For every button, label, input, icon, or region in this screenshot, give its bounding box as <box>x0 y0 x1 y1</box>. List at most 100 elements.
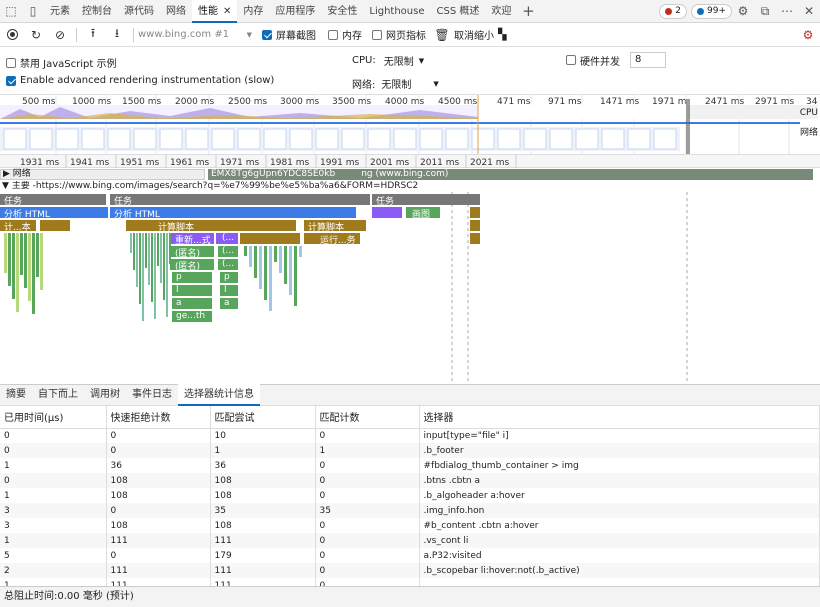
upload-icon[interactable]: ⭱ <box>81 23 105 47</box>
flame-bar[interactable] <box>12 233 15 299</box>
unminify-button[interactable]: 取消缩小 ▚ <box>454 27 506 42</box>
reload-icon[interactable]: ↻ <box>24 23 48 47</box>
flame-bar[interactable] <box>372 207 402 218</box>
flame-bar[interactable] <box>28 233 31 301</box>
close-icon[interactable]: ✕ <box>798 0 820 23</box>
close-tab-icon[interactable]: ✕ <box>223 6 231 17</box>
column-header[interactable]: 快速拒绝计数 <box>106 406 211 429</box>
flame-bar[interactable] <box>274 246 277 262</box>
screenshot-thumb[interactable] <box>367 128 391 150</box>
screenshot-thumb[interactable] <box>341 128 365 150</box>
main-thread-header[interactable]: ▼ 主要 -https://www.bing.com/images/search… <box>0 181 812 192</box>
screenshot-thumb[interactable] <box>81 128 105 150</box>
screenshot-thumb[interactable] <box>211 128 235 150</box>
tab-4[interactable]: 性能 ✕ <box>192 0 238 23</box>
screenshot-thumb[interactable] <box>107 128 131 150</box>
trash-icon[interactable]: 🗑 <box>430 23 454 47</box>
tab-9[interactable]: CSS 概述 <box>431 0 486 23</box>
task-label[interactable]: 任务 <box>114 194 132 207</box>
tab-1[interactable]: 控制台 <box>76 0 118 23</box>
task-label[interactable]: 任务 <box>4 194 22 207</box>
flame-bar[interactable] <box>139 233 141 304</box>
network-request-bar[interactable]: EMX8Tg6gUpn6YDC8SE0kb ng (www.bing.com) <box>208 169 813 180</box>
screenshot-thumb[interactable] <box>419 128 443 150</box>
gear-icon[interactable]: ⚙ <box>732 0 754 23</box>
errors-badge[interactable]: 2 <box>659 3 687 19</box>
flame-bar[interactable] <box>249 246 252 267</box>
screenshot-thumb[interactable] <box>55 128 79 150</box>
capture-settings-icon[interactable]: ⚙ <box>796 23 820 47</box>
table-row[interactable]: 1 111 111 0 .vs_cont li <box>0 533 820 548</box>
flame-chart[interactable]: ▶ 网络 EMX8Tg6gUpn6YDC8SE0kb ng (www.bing.c… <box>0 168 820 382</box>
download-icon[interactable]: ⭳ <box>105 23 129 47</box>
tab-7[interactable]: 安全性 <box>321 0 363 23</box>
screenshot-thumb[interactable] <box>471 128 495 150</box>
column-header[interactable]: 选择器 <box>419 406 820 429</box>
flame-bar[interactable] <box>130 233 132 253</box>
flame-bar[interactable] <box>157 233 159 266</box>
flame-bar[interactable] <box>110 194 370 205</box>
flame-bar[interactable] <box>470 220 480 231</box>
function-label[interactable]: ge...th <box>176 311 205 321</box>
flame-bar[interactable] <box>169 233 171 264</box>
network-throttle-select[interactable]: 无限制 ▼ <box>381 76 438 92</box>
details-tab-2[interactable]: 调用树 <box>84 384 126 406</box>
web-vitals-checkbox[interactable]: 网页指标 <box>372 27 426 42</box>
table-row[interactable]: 1 108 108 0 .b_algoheader a:hover <box>0 488 820 503</box>
flame-bar[interactable] <box>220 285 238 296</box>
add-tab-icon[interactable]: + <box>517 0 539 23</box>
messages-badge[interactable]: 99+ <box>691 3 732 19</box>
flame-bar[interactable] <box>142 233 144 321</box>
tab-3[interactable]: 网络 <box>160 0 192 23</box>
clear-icon[interactable]: ⊘ <box>48 23 72 47</box>
compute-label[interactable]: 计...本 <box>4 220 31 233</box>
flame-bar[interactable] <box>289 246 292 295</box>
hardware-concurrency-input[interactable]: 8 <box>630 52 666 68</box>
tab-10[interactable]: 欢迎 <box>485 0 517 23</box>
flame-bar[interactable] <box>151 233 153 302</box>
flame-bar[interactable] <box>264 246 267 300</box>
flame-bar[interactable] <box>4 233 7 273</box>
call-label[interactable]: (... <box>222 259 234 269</box>
flame-bar[interactable] <box>269 246 272 311</box>
function-label[interactable]: l <box>224 285 227 295</box>
share-icon[interactable]: ⧉ <box>754 0 776 23</box>
tab-0[interactable]: 元素 <box>44 0 76 23</box>
flame-bar[interactable] <box>470 233 480 244</box>
flame-bar[interactable] <box>20 233 23 275</box>
table-row[interactable]: 1 111 111 0 <box>0 578 820 586</box>
flame-bar[interactable] <box>166 233 168 317</box>
table-row[interactable]: 1 36 36 0 #fbdialog_thumb_container > img <box>0 458 820 473</box>
screenshot-thumb[interactable] <box>159 128 183 150</box>
flame-bar[interactable] <box>145 233 147 268</box>
recording-select[interactable]: www.bing.com #1 ▼ <box>138 29 258 40</box>
run-task-label[interactable]: 运行...务 <box>320 233 356 246</box>
anonymous-label[interactable]: (匿名) <box>175 259 200 272</box>
flame-bar[interactable] <box>133 233 135 270</box>
tab-8[interactable]: Lighthouse <box>363 0 430 23</box>
parse-html-label[interactable]: 分析 HTML <box>4 207 50 220</box>
flame-bar[interactable] <box>163 233 165 300</box>
screenshot-thumb[interactable] <box>185 128 209 150</box>
function-label[interactable]: p <box>176 272 182 282</box>
details-tab-4[interactable]: 选择器统计信息 <box>178 384 260 406</box>
screenshot-thumb[interactable] <box>263 128 287 150</box>
tab-6[interactable]: 应用程序 <box>269 0 321 23</box>
inspect-icon[interactable]: ⬚ <box>0 0 22 23</box>
table-row[interactable]: 3 108 108 0 #b_content .cbtn a:hover <box>0 518 820 533</box>
flame-bar[interactable] <box>259 246 262 289</box>
flame-bar[interactable] <box>40 220 70 231</box>
screenshot-thumb[interactable] <box>289 128 313 150</box>
flame-bar[interactable] <box>254 246 257 278</box>
flame-bar[interactable] <box>126 220 296 231</box>
more-icon[interactable]: ⋯ <box>776 0 798 23</box>
screenshot-thumb[interactable] <box>29 128 53 150</box>
flame-bar[interactable] <box>136 233 138 287</box>
flame-bar[interactable] <box>279 246 282 273</box>
table-row[interactable]: 0 108 108 0 .btns .cbtn a <box>0 473 820 488</box>
flame-bar[interactable] <box>148 233 150 285</box>
flame-bar[interactable] <box>16 233 19 312</box>
details-tab-0[interactable]: 摘要 <box>0 384 32 406</box>
details-tab-3[interactable]: 事件日志 <box>126 384 178 406</box>
screenshot-thumb[interactable] <box>497 128 521 150</box>
